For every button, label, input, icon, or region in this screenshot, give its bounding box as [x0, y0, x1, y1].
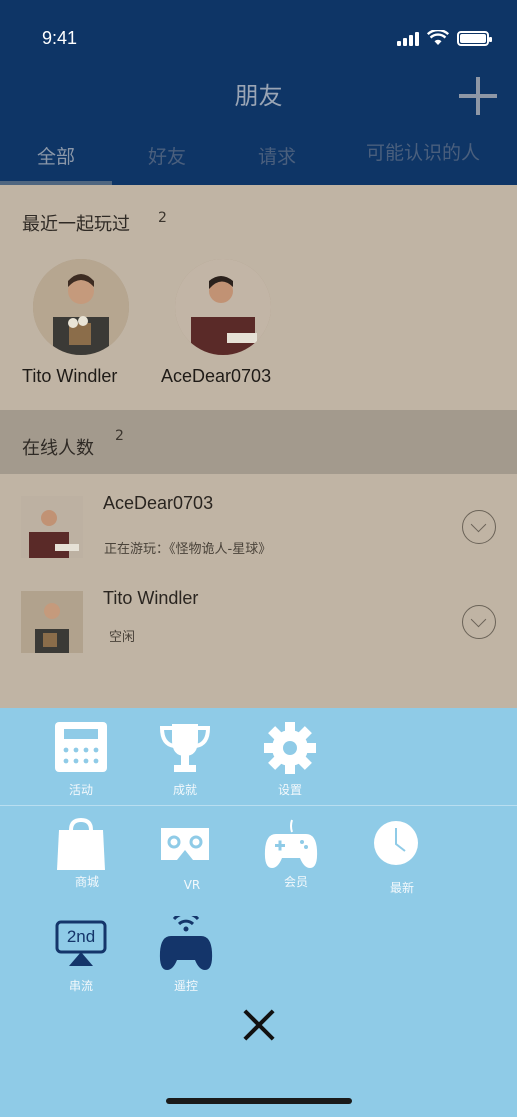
gear-icon[interactable] [264, 722, 316, 778]
second-screen-text: 2nd [67, 927, 95, 946]
chevron-down-icon[interactable] [462, 510, 496, 544]
tab-requests[interactable]: 请求 [258, 142, 296, 169]
menu-label-achievements: 成就 [172, 783, 197, 797]
online-count: 2 [115, 428, 124, 444]
tab-bar: 全部 好友 请求 可能认识的人 [0, 138, 517, 185]
avatar[interactable] [175, 259, 271, 355]
add-friend-button[interactable] [459, 77, 497, 115]
online-section-heading: 在线人数 [22, 438, 94, 459]
menu-label-latest: 最新 [389, 881, 414, 895]
close-icon[interactable] [242, 1008, 276, 1042]
menu-label-settings: 设置 [277, 783, 302, 797]
top-navigation-header: 9:41 朋友 全部 好友 请求 可能认识的人 [0, 0, 517, 185]
menu-label-streaming: 串流 [68, 979, 93, 993]
menu-divider [0, 805, 517, 806]
recent-section-heading: 最近一起玩过 [22, 214, 130, 235]
friend-status: 正在游玩：《怪物诡人-星球》 [104, 542, 272, 557]
status-time: 9:41 [42, 28, 78, 48]
friend-status: 空闲 [109, 630, 136, 645]
avatar[interactable] [21, 496, 83, 558]
cellular-signal-icon [397, 32, 419, 46]
recent-player-name: Tito Windler [22, 366, 118, 386]
chevron-down-icon[interactable] [462, 605, 496, 639]
trophy-icon[interactable] [158, 722, 212, 778]
menu-label-remote: 遥控 [173, 979, 198, 993]
status-icons [397, 30, 492, 46]
gamepad-icon[interactable] [264, 818, 318, 874]
second-screen-icon[interactable]: 2nd [55, 920, 107, 972]
tab-people-you-may-know[interactable]: 可能认识的人 [366, 138, 480, 165]
friend-name: AceDear0703 [103, 493, 214, 513]
menu-label-membership: 会员 [283, 875, 308, 889]
tab-all[interactable]: 全部 [37, 142, 75, 169]
tab-friends[interactable]: 好友 [148, 142, 186, 169]
battery-icon [457, 31, 492, 46]
shopping-bag-icon[interactable] [55, 817, 107, 874]
recent-count: 2 [158, 210, 167, 226]
page-title: 朋友 [234, 82, 283, 110]
calculator-icon[interactable] [55, 722, 107, 776]
wifi-icon [427, 30, 449, 45]
avatar[interactable] [33, 259, 129, 355]
home-indicator [166, 1098, 352, 1104]
menu-label-store: 商城 [74, 875, 99, 889]
menu-label-vr: VR [183, 878, 201, 892]
menu-label-activity: 活动 [68, 783, 93, 797]
clock-icon[interactable] [373, 820, 419, 870]
friend-name: Tito Windler [103, 588, 199, 608]
vr-headset-icon[interactable] [159, 826, 211, 866]
avatar[interactable] [21, 591, 83, 653]
recent-player-name: AceDear0703 [161, 366, 272, 386]
wireless-controller-icon[interactable] [159, 912, 213, 976]
